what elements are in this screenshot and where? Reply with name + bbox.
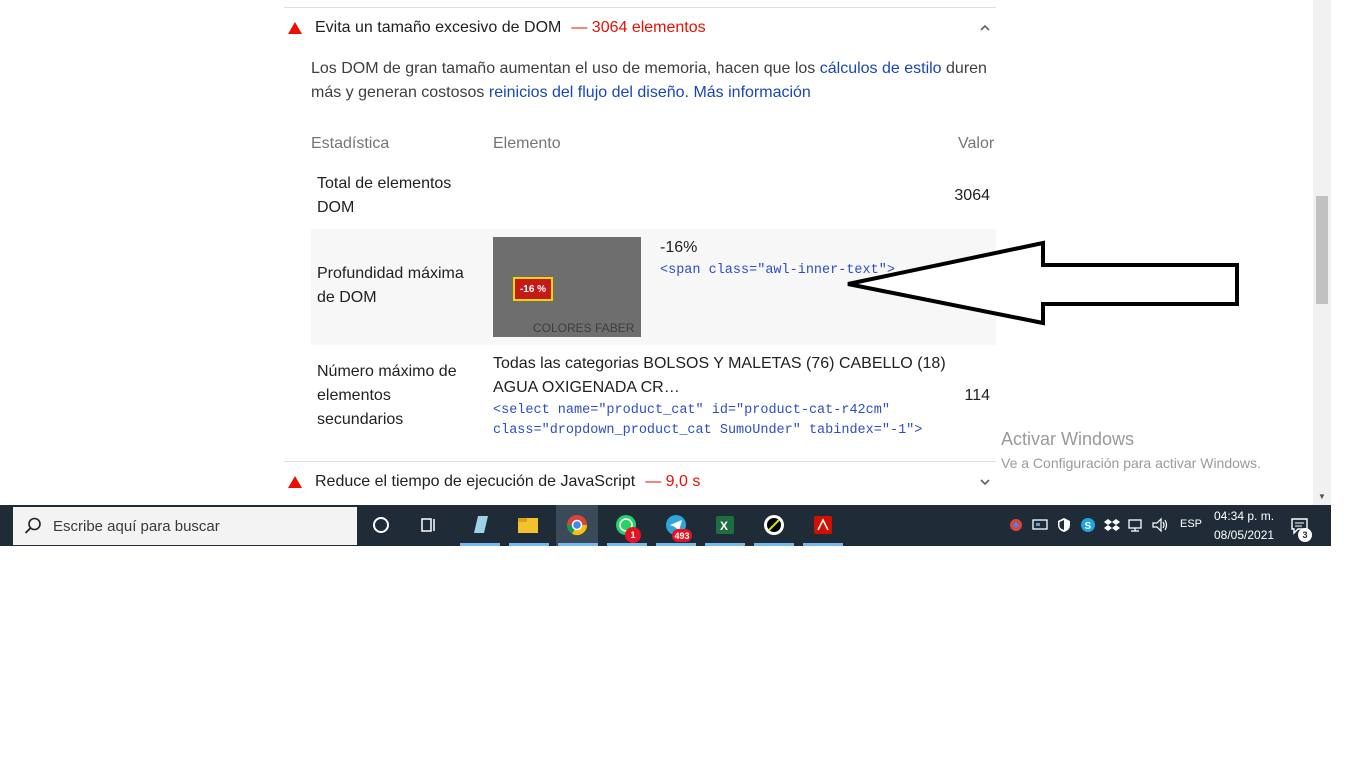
sync-tray-icon[interactable]: S	[1080, 517, 1096, 533]
cortana-icon[interactable]	[368, 512, 394, 538]
display-tray-icon[interactable]	[1032, 517, 1048, 533]
chrome-icon[interactable]	[564, 512, 590, 538]
language-indicator[interactable]: ESP	[1180, 518, 1202, 530]
shield-icon[interactable]	[1056, 517, 1072, 533]
windows-taskbar: Escribe aquí para buscar 1 493 X S ESP 0…	[0, 505, 1331, 546]
running-indicator	[460, 543, 500, 546]
clock-time[interactable]: 04:34 p. m.	[1214, 509, 1274, 523]
browser-viewport: Evita un tamaño excesivo de DOM — 3064 e…	[0, 0, 1331, 546]
acrobat-icon[interactable]	[810, 512, 836, 538]
running-indicator	[607, 543, 647, 546]
whatsapp-badge: 1	[625, 527, 641, 543]
notes-app-icon[interactable]	[467, 512, 493, 538]
svg-text:S: S	[1085, 521, 1092, 532]
chrome-notify-tray-icon[interactable]	[1008, 517, 1024, 533]
scrollbar-thumb[interactable]	[1316, 196, 1328, 304]
inkscape-icon[interactable]	[761, 512, 787, 538]
taskbar-search[interactable]: Escribe aquí para buscar	[13, 507, 357, 545]
activation-watermark-title: Activar Windows	[1001, 429, 1135, 449]
search-icon	[24, 517, 41, 534]
telegram-badge: 493	[672, 529, 692, 542]
clock-date[interactable]: 08/05/2021	[1214, 528, 1274, 542]
task-view-icon[interactable]	[416, 512, 442, 538]
activation-watermark-subtitle: Ve a Configuración para activar Windows.	[1001, 455, 1261, 471]
notification-count-badge: 3	[1298, 528, 1312, 542]
volume-icon[interactable]	[1152, 517, 1168, 533]
excel-icon[interactable]: X	[712, 512, 738, 538]
search-placeholder: Escribe aquí para buscar	[53, 517, 220, 535]
running-indicator	[754, 543, 794, 546]
page-scrollbar[interactable]: ▼	[1313, 0, 1331, 505]
running-indicator	[656, 543, 696, 546]
running-indicator	[509, 543, 549, 546]
file-explorer-icon[interactable]	[515, 512, 541, 538]
network-icon[interactable]	[1128, 517, 1144, 533]
scroll-down-arrow-icon[interactable]: ▼	[1318, 492, 1326, 501]
running-indicator	[803, 543, 843, 546]
running-indicator	[558, 543, 598, 546]
dropbox-icon[interactable]	[1104, 517, 1120, 533]
running-indicator	[705, 543, 745, 546]
svg-text:X: X	[720, 519, 728, 533]
